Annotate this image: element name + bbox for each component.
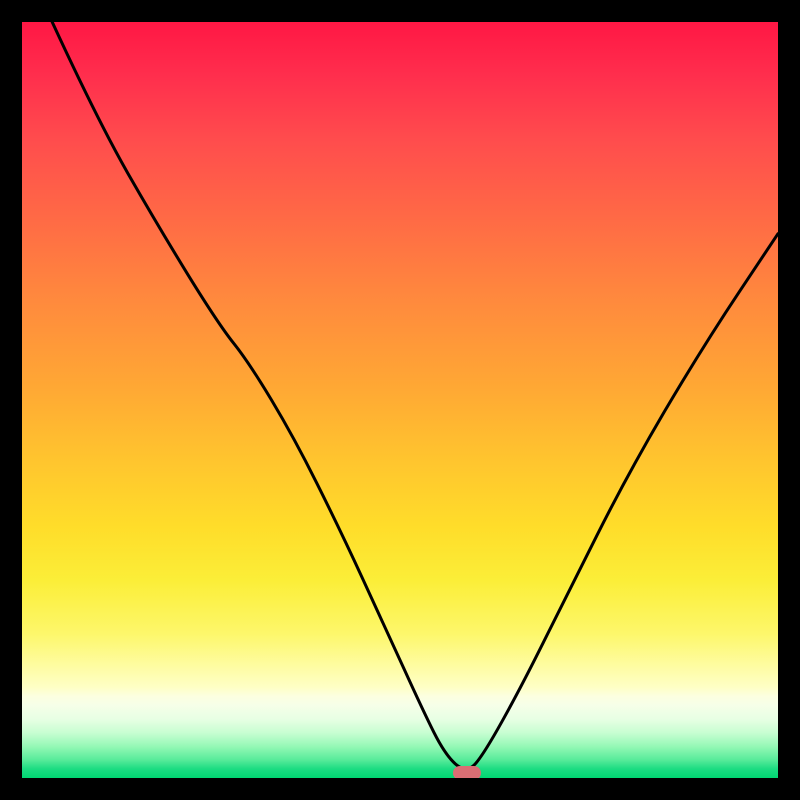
optimum-marker xyxy=(453,766,481,778)
gradient-background-bottom xyxy=(22,687,778,778)
chart-frame: TheBottleneck.com xyxy=(0,0,800,800)
plot-area xyxy=(22,22,778,778)
gradient-background-top xyxy=(22,22,778,687)
